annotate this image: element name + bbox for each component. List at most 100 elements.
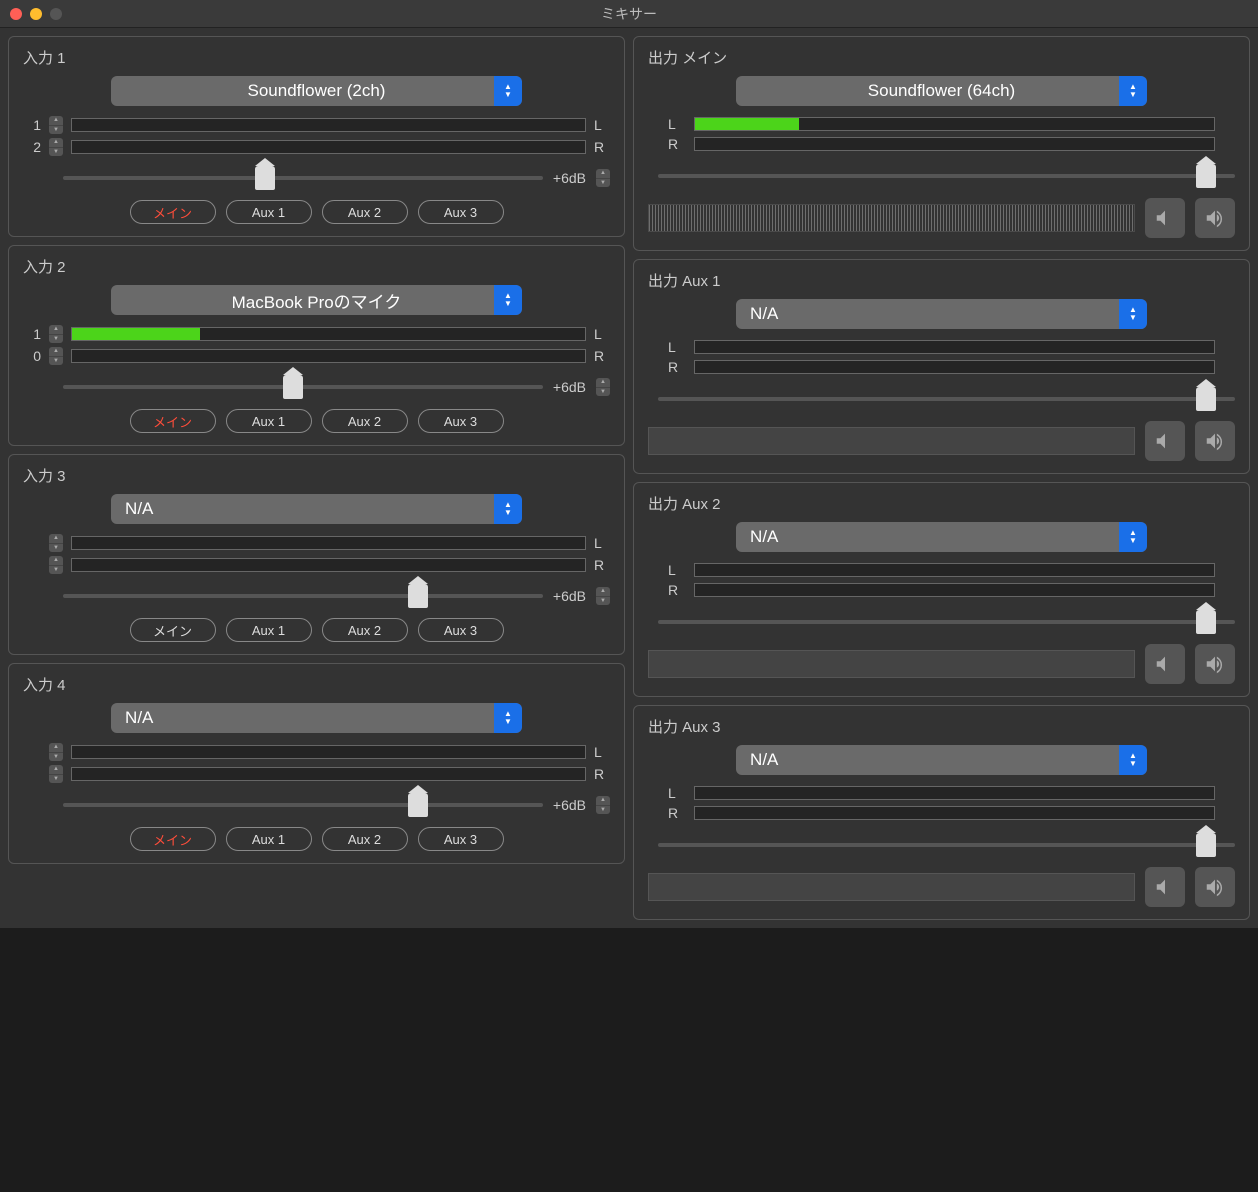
- output-device-select[interactable]: N/A▲▼: [736, 745, 1147, 775]
- input-gain-slider[interactable]: [63, 166, 543, 190]
- input-title: 入力 2: [23, 256, 610, 277]
- channel-stepper[interactable]: ▲▼: [596, 378, 610, 396]
- mute-button[interactable]: [1145, 198, 1185, 238]
- route-main-button[interactable]: メイン: [130, 618, 216, 642]
- output-gain-slider[interactable]: [658, 164, 1235, 188]
- channel-lr: L: [594, 117, 610, 133]
- output-title: 出力 Aux 3: [648, 716, 1235, 737]
- input-meters: 1▲▼L2▲▼R: [23, 116, 610, 156]
- channel-stepper[interactable]: ▲▼: [49, 116, 63, 134]
- route-aux1-button[interactable]: Aux 1: [226, 618, 312, 642]
- channel-stepper[interactable]: ▲▼: [49, 138, 63, 156]
- input-device-label: N/A: [125, 708, 153, 728]
- vu-display: [648, 204, 1135, 232]
- route-aux3-button[interactable]: Aux 3: [418, 827, 504, 851]
- input-title: 入力 3: [23, 465, 610, 486]
- output-bottom-row: [648, 421, 1235, 461]
- route-aux1-button[interactable]: Aux 1: [226, 409, 312, 433]
- out-L: L: [668, 339, 684, 355]
- route-main-button[interactable]: メイン: [130, 409, 216, 433]
- speaker-button[interactable]: [1195, 198, 1235, 238]
- outputs-column: 出力 メインSoundflower (64ch)▲▼LR出力 Aux 1N/A▲…: [633, 36, 1250, 920]
- route-aux2-button[interactable]: Aux 2: [322, 827, 408, 851]
- channel-stepper[interactable]: ▲▼: [49, 347, 63, 365]
- input-meter-row: 2▲▼R: [23, 138, 610, 156]
- mute-button[interactable]: [1145, 421, 1185, 461]
- speaker-icon: [1204, 430, 1226, 452]
- input-device-select[interactable]: N/A▲▼: [111, 703, 522, 733]
- channel-stepper[interactable]: ▲▼: [49, 325, 63, 343]
- input-gain-slider[interactable]: [63, 375, 543, 399]
- mute-button[interactable]: [1145, 644, 1185, 684]
- speaker-muted-icon: [1154, 653, 1176, 675]
- output-meter-r: [694, 583, 1215, 597]
- input-panel-4: 入力 4N/A▲▼▲▼L▲▼R+6dB▲▼メインAux 1Aux 2Aux 3: [8, 663, 625, 864]
- dropdown-arrows-icon: ▲▼: [1119, 299, 1147, 329]
- speaker-button[interactable]: [1195, 644, 1235, 684]
- speaker-icon: [1204, 207, 1226, 229]
- route-aux2-button[interactable]: Aux 2: [322, 409, 408, 433]
- route-main-button[interactable]: メイン: [130, 827, 216, 851]
- dropdown-arrows-icon: ▲▼: [1119, 76, 1147, 106]
- input-meter: [71, 536, 586, 550]
- channel-lr: R: [594, 139, 610, 155]
- channel-stepper[interactable]: ▲▼: [596, 587, 610, 605]
- output-gain-slider[interactable]: [658, 387, 1235, 411]
- input-title: 入力 4: [23, 674, 610, 695]
- channel-stepper[interactable]: ▲▼: [49, 765, 63, 783]
- output-title: 出力 Aux 1: [648, 270, 1235, 291]
- window-title: ミキサー: [0, 4, 1258, 24]
- input-gain-slider[interactable]: [63, 793, 543, 817]
- minimize-window-button[interactable]: [30, 8, 42, 20]
- output-gain-row: [648, 833, 1235, 857]
- output-device-select[interactable]: N/A▲▼: [736, 522, 1147, 552]
- channel-number: 1: [23, 117, 41, 133]
- input-title: 入力 1: [23, 47, 610, 68]
- route-aux3-button[interactable]: Aux 3: [418, 618, 504, 642]
- output-device-label: N/A: [750, 304, 778, 324]
- input-meter-row: 1 ▲▼ L: [23, 116, 610, 134]
- route-aux1-button[interactable]: Aux 1: [226, 827, 312, 851]
- speaker-button[interactable]: [1195, 421, 1235, 461]
- speaker-button[interactable]: [1195, 867, 1235, 907]
- output-device-select[interactable]: Soundflower (64ch) ▲▼: [736, 76, 1147, 106]
- route-aux2-button[interactable]: Aux 2: [322, 200, 408, 224]
- route-aux3-button[interactable]: Aux 3: [418, 409, 504, 433]
- traffic-lights: [10, 8, 62, 20]
- mute-button[interactable]: [1145, 867, 1185, 907]
- input-device-label: Soundflower (2ch): [248, 81, 386, 101]
- output-gain-slider[interactable]: [658, 833, 1235, 857]
- input-gain-slider[interactable]: [63, 584, 543, 608]
- channel-stepper[interactable]: ▲▼: [596, 169, 610, 187]
- output-meters: LR: [648, 562, 1235, 598]
- channel-stepper[interactable]: ▲▼: [49, 743, 63, 761]
- out-L: L: [668, 785, 684, 801]
- input-device-select[interactable]: N/A▲▼: [111, 494, 522, 524]
- channel-stepper[interactable]: ▲▼: [49, 556, 63, 574]
- zoom-window-button[interactable]: [50, 8, 62, 20]
- input-meter-row: ▲▼R: [23, 556, 610, 574]
- input-panel-1: 入力 1Soundflower (2ch)▲▼1▲▼L2▲▼R+6dB▲▼メイン…: [8, 36, 625, 237]
- output-meters: LR: [648, 785, 1235, 821]
- input-meter: [71, 558, 586, 572]
- output-device-select[interactable]: N/A ▲▼: [736, 299, 1147, 329]
- channel-stepper[interactable]: ▲▼: [596, 796, 610, 814]
- close-window-button[interactable]: [10, 8, 22, 20]
- route-aux2-button[interactable]: Aux 2: [322, 618, 408, 642]
- speaker-icon: [1204, 876, 1226, 898]
- channel-stepper[interactable]: ▲▼: [49, 534, 63, 552]
- output-gain-slider[interactable]: [658, 610, 1235, 634]
- speaker-icon: [1204, 653, 1226, 675]
- dropdown-arrows-icon: ▲▼: [494, 76, 522, 106]
- input-panel-3: 入力 3N/A▲▼▲▼L▲▼R+6dB▲▼メインAux 1Aux 2Aux 3: [8, 454, 625, 655]
- input-meter: [71, 745, 586, 759]
- route-aux1-button[interactable]: Aux 1: [226, 200, 312, 224]
- input-device-select[interactable]: Soundflower (2ch) ▲▼: [111, 76, 522, 106]
- input-meter-row: ▲▼R: [23, 765, 610, 783]
- input-device-select[interactable]: MacBook Proのマイク▲▼: [111, 285, 522, 315]
- output-device-label: Soundflower (64ch): [868, 81, 1015, 101]
- input-meter-row: ▲▼L: [23, 534, 610, 552]
- out-R: R: [668, 136, 684, 152]
- route-main-button[interactable]: メイン: [130, 200, 216, 224]
- route-aux3-button[interactable]: Aux 3: [418, 200, 504, 224]
